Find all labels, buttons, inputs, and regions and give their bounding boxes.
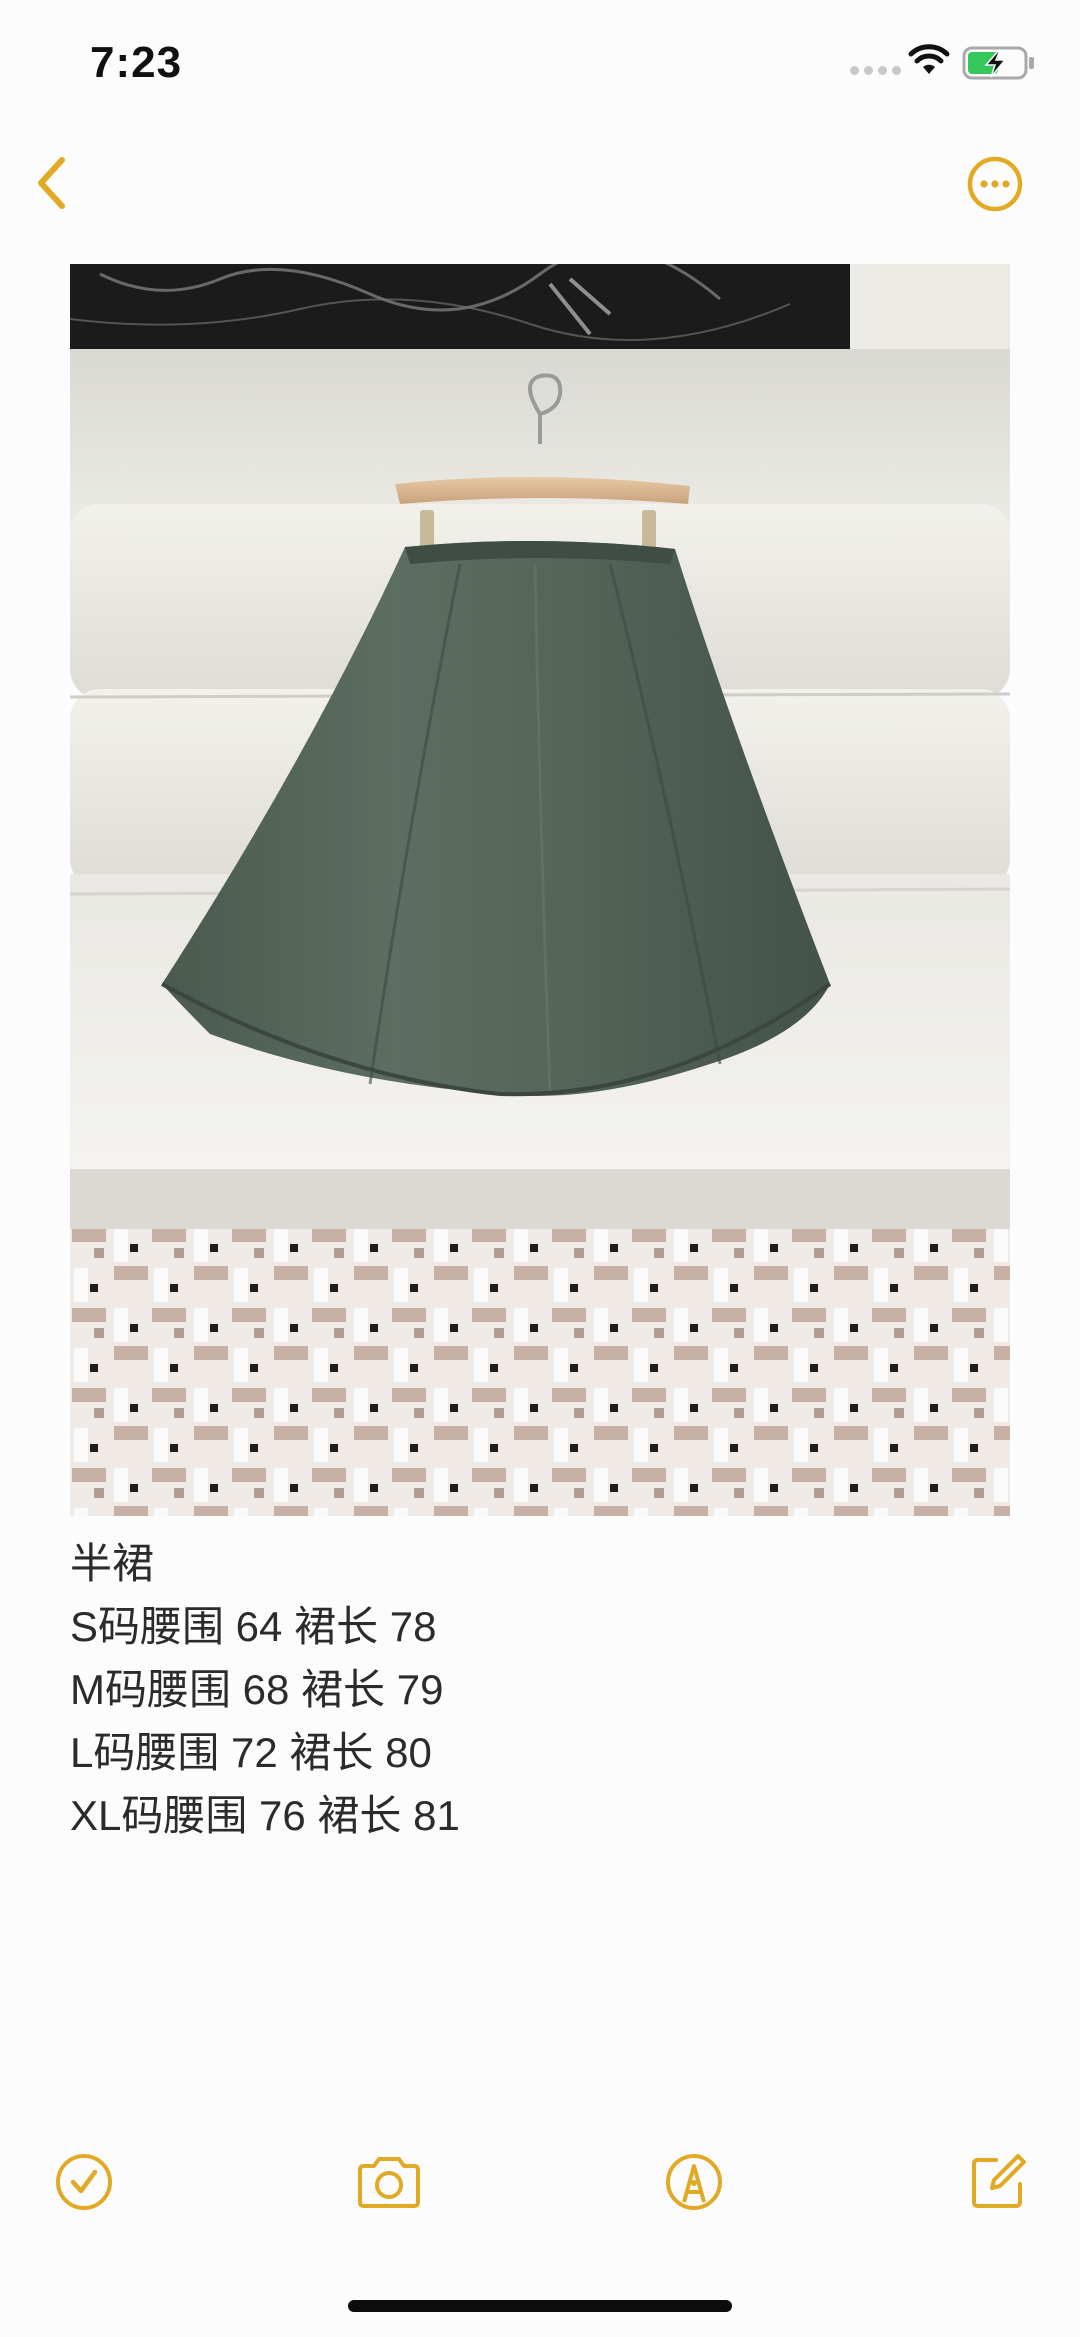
pen-tip-circle-icon <box>666 2154 722 2210</box>
compose-button[interactable] <box>966 2150 1030 2214</box>
status-bar: 7:23 <box>0 0 1080 130</box>
note-line-m: M码腰围 68 裙长 79 <box>70 1666 444 1713</box>
note-title: 半裙 <box>70 1540 155 1587</box>
more-options-button[interactable] <box>966 155 1024 213</box>
ellipsis-circle-icon <box>967 156 1023 212</box>
markup-button[interactable] <box>662 2150 726 2214</box>
bottom-toolbar <box>0 2150 1080 2230</box>
wifi-icon <box>908 44 950 74</box>
note-line-s: S码腰围 64 裙长 78 <box>70 1603 437 1650</box>
checkmark-circle-icon <box>56 2154 112 2210</box>
home-indicator[interactable] <box>348 2300 732 2312</box>
skirt-photo-image <box>70 264 1010 1516</box>
checklist-button[interactable] <box>52 2150 116 2214</box>
note-line-l: L码腰围 72 裙长 80 <box>70 1729 432 1776</box>
notes-screen: 7:23 半裙 S码腰围 64 裙长 78 M码腰围 68 裙长 79 L码腰围… <box>0 0 1080 2337</box>
cellular-signal-icon <box>850 66 901 75</box>
back-button[interactable] <box>26 150 76 216</box>
attached-photo[interactable] <box>70 264 1010 1516</box>
camera-button[interactable] <box>352 2150 426 2214</box>
chevron-left-icon <box>38 157 65 209</box>
compose-icon <box>972 2154 1026 2208</box>
status-time: 7:23 <box>90 38 183 87</box>
note-line-xl: XL码腰围 76 裙长 81 <box>70 1792 460 1839</box>
camera-icon <box>358 2157 420 2208</box>
note-body[interactable]: 半裙 S码腰围 64 裙长 78 M码腰围 68 裙长 79 L码腰围 72 裙… <box>70 1532 1010 1847</box>
battery-charging-icon <box>962 46 1034 80</box>
